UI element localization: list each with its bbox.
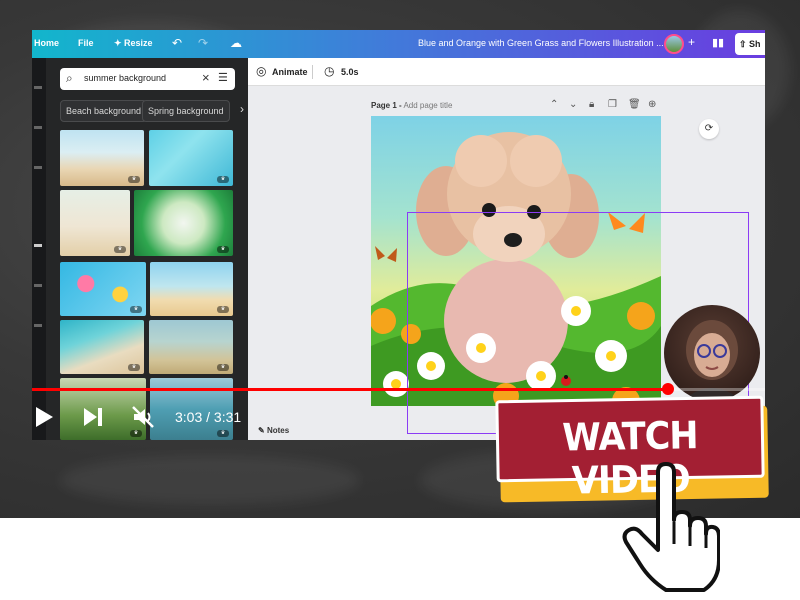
- undo-icon[interactable]: ↶: [172, 36, 182, 50]
- crown-icon: ♛: [217, 430, 229, 437]
- chevron-up-icon[interactable]: ⌃: [550, 99, 558, 110]
- editor-toolbar: ◎ Animate ◷ 5.0s: [248, 58, 765, 86]
- rail-item[interactable]: [34, 284, 42, 287]
- redo-icon[interactable]: ↷: [198, 36, 208, 50]
- animate-icon: ◎: [256, 64, 267, 78]
- image-thumbnail[interactable]: ♛: [149, 130, 233, 186]
- play-icon[interactable]: [34, 406, 54, 428]
- animate-button[interactable]: Animate: [272, 67, 308, 77]
- cloud-saved-icon[interactable]: ☁: [230, 36, 242, 50]
- document-title[interactable]: Blue and Orange with Green Grass and Flo…: [418, 38, 664, 48]
- filter-icon[interactable]: ☰: [218, 71, 228, 84]
- crown-icon: ♛: [128, 176, 140, 183]
- video-progress-bar[interactable]: [32, 383, 765, 395]
- page-title-input[interactable]: Add page title: [403, 101, 452, 110]
- duration-button[interactable]: 5.0s: [341, 67, 359, 77]
- suggestion-chip[interactable]: Spring background: [142, 100, 230, 122]
- search-input[interactable]: ⌕ summer background × ☰: [60, 68, 235, 90]
- page-label: Page 1 - Add page title: [371, 101, 452, 110]
- plus-icon[interactable]: +: [688, 35, 695, 49]
- image-thumbnail[interactable]: ♛: [149, 320, 233, 374]
- crown-icon: ♛: [217, 246, 229, 253]
- share-button[interactable]: ⇧ Sh: [735, 33, 765, 55]
- rail-item-active[interactable]: [34, 244, 42, 247]
- page-number: Page 1 -: [371, 101, 402, 110]
- next-icon[interactable]: [83, 407, 103, 427]
- video-scrubber-knob[interactable]: [662, 383, 674, 395]
- image-thumbnail[interactable]: ♛: [60, 190, 130, 256]
- crown-icon: ♛: [130, 306, 142, 313]
- mute-icon[interactable]: [131, 405, 155, 429]
- analytics-icon[interactable]: ▮▮: [712, 36, 724, 49]
- rail-item[interactable]: [34, 324, 42, 327]
- user-avatar[interactable]: [664, 34, 684, 54]
- video-thumbnail: Home File ✦ Resize ↶ ↷ ☁ Blue and Orange…: [0, 0, 800, 600]
- time-readout: 3:03 / 3:31: [175, 409, 242, 425]
- crown-icon: ♛: [114, 246, 126, 253]
- lock-icon[interactable]: 🔒︎: [589, 99, 594, 110]
- crown-icon: ♛: [130, 430, 142, 437]
- crown-icon: ♛: [128, 364, 140, 371]
- left-icon-rail: [32, 58, 46, 440]
- image-thumbnail[interactable]: ♛: [134, 190, 233, 256]
- rail-item[interactable]: [34, 166, 42, 169]
- search-value: summer background: [84, 73, 167, 83]
- image-thumbnail[interactable]: ♛: [60, 320, 144, 374]
- crown-icon: ♛: [217, 306, 229, 313]
- duplicate-icon[interactable]: ❐: [608, 99, 617, 110]
- notes-button[interactable]: ✎ Notes: [258, 426, 289, 435]
- trash-icon[interactable]: 🗑︎: [628, 99, 641, 110]
- toolbar-divider: [312, 65, 313, 79]
- clear-icon[interactable]: ×: [202, 70, 210, 85]
- presenter-webcam: [664, 305, 760, 401]
- image-thumbnail[interactable]: ♛: [60, 130, 144, 186]
- refresh-icon[interactable]: ⟳: [699, 119, 719, 139]
- video-progress-fill: [32, 388, 668, 391]
- notes-icon: ✎: [258, 426, 267, 435]
- rail-item[interactable]: [34, 126, 42, 129]
- share-label: Sh: [749, 39, 761, 49]
- screen-recording: Home File ✦ Resize ↶ ↷ ☁ Blue and Orange…: [32, 30, 765, 440]
- chevron-right-icon[interactable]: ›: [240, 102, 244, 116]
- pointing-hand-icon: [622, 462, 720, 592]
- search-icon: ⌕: [66, 71, 73, 85]
- clock-icon: ◷: [324, 64, 335, 78]
- crown-icon: ♛: [217, 364, 229, 371]
- presenter-portrait: [682, 320, 742, 401]
- search-panel: ⌕ summer background × ☰ Beach background…: [46, 58, 248, 440]
- image-thumbnail[interactable]: ♛: [60, 262, 146, 316]
- sparkle-icon: ✦: [114, 38, 125, 48]
- resize-label: Resize: [124, 38, 153, 48]
- crown-icon: ♛: [217, 176, 229, 183]
- notes-label: Notes: [266, 426, 290, 435]
- upload-icon: ⇧: [739, 39, 750, 49]
- resize-menu[interactable]: ✦ Resize: [114, 38, 153, 49]
- rail-item[interactable]: [34, 86, 42, 89]
- editor-top-bar: Home File ✦ Resize ↶ ↷ ☁ Blue and Orange…: [32, 30, 765, 58]
- suggestion-chip[interactable]: Beach background: [60, 100, 148, 122]
- file-menu[interactable]: File: [78, 38, 94, 48]
- image-thumbnail[interactable]: ♛: [150, 262, 233, 316]
- home-menu[interactable]: Home: [34, 38, 59, 48]
- add-page-icon[interactable]: ⊕: [648, 99, 656, 110]
- chevron-down-icon[interactable]: ⌄: [569, 99, 577, 110]
